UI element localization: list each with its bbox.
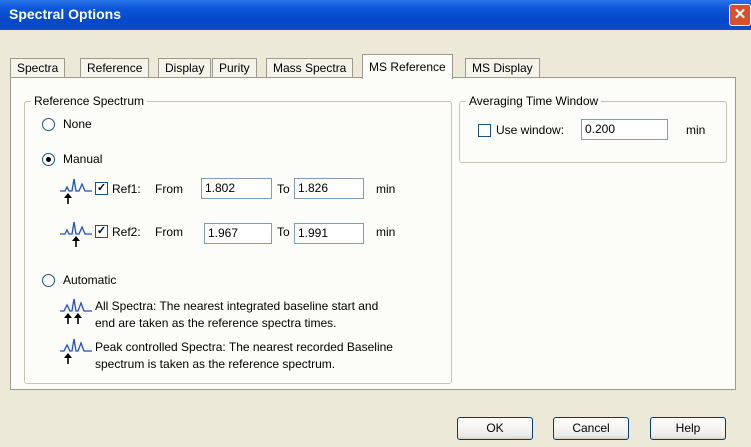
peak-single-marker-icon bbox=[60, 221, 92, 247]
ref2-unit-label: min bbox=[376, 225, 396, 239]
manual-radio[interactable] bbox=[42, 153, 55, 166]
tab-purity[interactable]: Purity bbox=[212, 58, 257, 78]
ref1-from-input[interactable]: 1.802 bbox=[201, 178, 272, 199]
ref1-unit-label: min bbox=[376, 182, 396, 196]
cancel-button[interactable]: Cancel bbox=[553, 417, 629, 440]
ref1-label: Ref1: bbox=[112, 182, 141, 196]
tab-spectra[interactable]: Spectra bbox=[10, 58, 66, 78]
ref2-from-input[interactable]: 1.967 bbox=[204, 223, 272, 244]
peak-controlled-desc-line1: Peak controlled Spectra: The nearest rec… bbox=[95, 340, 393, 354]
ok-button[interactable]: OK bbox=[457, 417, 533, 440]
tab-display[interactable]: Display bbox=[158, 58, 212, 78]
use-window-checkbox[interactable] bbox=[478, 124, 491, 137]
reference-spectrum-group-label: Reference Spectrum bbox=[31, 94, 148, 108]
tab-mass-spectra[interactable]: Mass Spectra bbox=[266, 58, 354, 78]
spectral-options-dialog: Spectral Options ✕ Spectra Reference Dis… bbox=[0, 0, 751, 447]
averaging-window-input[interactable]: 0.200 bbox=[581, 119, 668, 140]
all-spectra-desc-line2: end are taken as the reference spectra t… bbox=[95, 316, 337, 330]
manual-label: Manual bbox=[63, 152, 103, 166]
peak-dual-marker-icon bbox=[60, 298, 92, 324]
ref1-checkbox[interactable]: ✓ bbox=[95, 182, 108, 195]
none-label: None bbox=[63, 117, 92, 131]
ref1-to-label: To bbox=[277, 182, 290, 196]
window-title: Spectral Options bbox=[9, 6, 122, 22]
peak-single-marker-icon bbox=[60, 178, 92, 204]
none-radio[interactable] bbox=[42, 118, 55, 131]
all-spectra-desc-line1: All Spectra: The nearest integrated base… bbox=[95, 299, 379, 313]
ref2-to-input[interactable]: 1.991 bbox=[294, 223, 364, 244]
ms-reference-panel: Reference Spectrum None Manual ✓ Ref1: F… bbox=[10, 77, 736, 390]
help-button[interactable]: Help bbox=[650, 417, 726, 440]
automatic-radio[interactable] bbox=[42, 274, 55, 287]
ref2-label: Ref2: bbox=[112, 225, 141, 239]
close-button[interactable]: ✕ bbox=[729, 4, 751, 26]
title-bar: Spectral Options ✕ bbox=[0, 0, 751, 30]
tab-reference[interactable]: Reference bbox=[80, 58, 150, 78]
ref2-checkbox[interactable]: ✓ bbox=[95, 225, 108, 238]
tab-ms-display[interactable]: MS Display bbox=[465, 58, 540, 78]
ref1-from-label: From bbox=[155, 182, 183, 196]
averaging-unit-label: min bbox=[686, 123, 706, 137]
peak-controlled-icon bbox=[60, 338, 92, 364]
peak-controlled-desc-line2: spectrum is taken as the reference spect… bbox=[95, 357, 336, 371]
averaging-time-window-group-label: Averaging Time Window bbox=[466, 94, 602, 108]
tab-ms-reference[interactable]: MS Reference bbox=[362, 54, 453, 79]
use-window-label: Use window: bbox=[496, 123, 565, 137]
automatic-label: Automatic bbox=[63, 273, 117, 287]
ref1-to-input[interactable]: 1.826 bbox=[294, 178, 364, 199]
ref2-to-label: To bbox=[277, 225, 290, 239]
ref2-from-label: From bbox=[155, 225, 183, 239]
